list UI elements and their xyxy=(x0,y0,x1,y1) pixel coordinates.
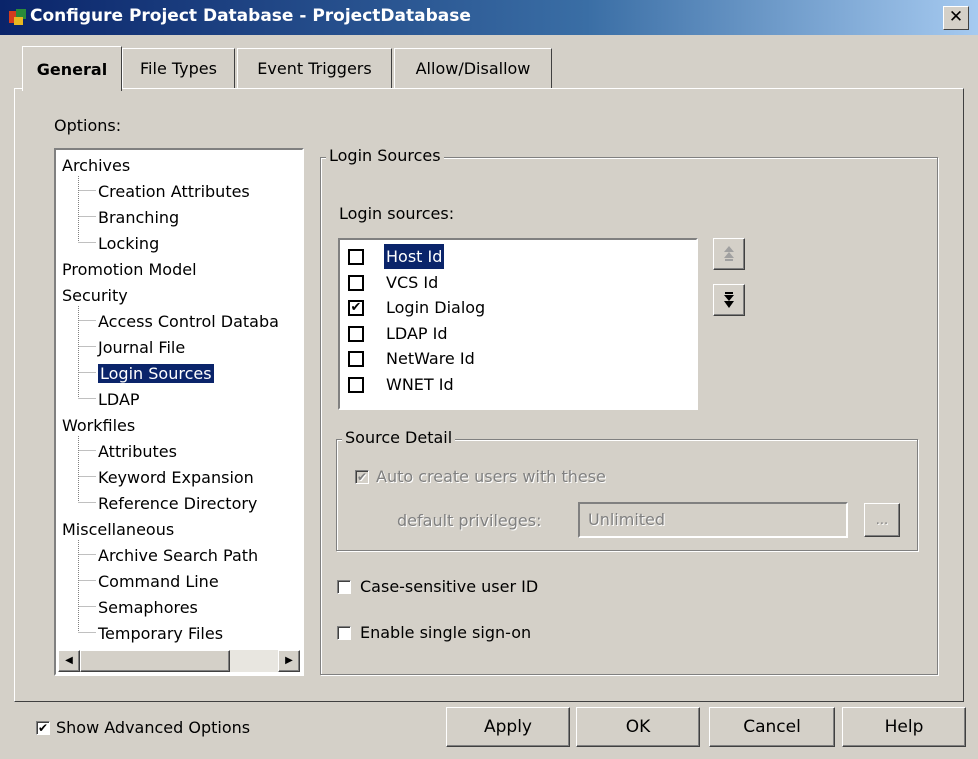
tree-item-label: Locking xyxy=(98,234,160,253)
login-source-label: Host Id xyxy=(384,244,445,269)
tree-item[interactable]: Security xyxy=(62,284,128,308)
tree-item-label: Semaphores xyxy=(98,598,198,617)
default-privileges-label: default privileges: xyxy=(397,511,542,530)
tree-item-label: Login Sources xyxy=(98,364,214,383)
tree-item-label: Command Line xyxy=(98,572,219,591)
tree-item[interactable]: Archives xyxy=(62,154,130,178)
tree-item-label: Temporary Files xyxy=(98,624,224,643)
tree-item-label: Branching xyxy=(98,208,180,227)
tree-item[interactable]: Temporary Files xyxy=(98,622,223,646)
close-button[interactable]: ✕ xyxy=(943,6,969,30)
tree-item-label: Access Control Databa xyxy=(98,312,279,331)
tree-item-label: Journal File xyxy=(98,338,186,357)
tree-item[interactable]: Keyword Expansion xyxy=(98,466,254,490)
move-up-button[interactable] xyxy=(713,238,745,270)
move-up-arrow-icon xyxy=(724,246,734,261)
tree-item[interactable]: Reference Directory xyxy=(98,492,257,516)
apply-button[interactable]: Apply xyxy=(446,707,570,747)
tree-item[interactable]: Creation Attributes xyxy=(98,180,250,204)
tree-item-label: Keyword Expansion xyxy=(98,468,254,487)
login-source-checkbox[interactable] xyxy=(348,249,364,265)
check-icon: ✔ xyxy=(37,721,49,735)
tree-item[interactable]: Access Control Databa xyxy=(98,310,279,334)
case-sensitive-checkbox[interactable] xyxy=(337,580,351,594)
tree-item[interactable]: Workfiles xyxy=(62,414,135,438)
login-sources-group xyxy=(320,157,938,675)
check-icon: ✔ xyxy=(356,470,368,484)
login-source-checkbox[interactable] xyxy=(348,376,364,393)
tree-item-label: Archive Search Path xyxy=(98,546,259,565)
tree-item-label: LDAP xyxy=(98,390,140,409)
check-icon: ✔ xyxy=(350,300,362,315)
scroll-right-button[interactable]: ▶ xyxy=(278,650,300,672)
arrow-left-icon: ◀ xyxy=(65,655,73,666)
show-advanced-checkbox[interactable]: ✔ xyxy=(36,721,50,735)
default-privileges-value: Unlimited xyxy=(588,510,666,529)
tree-item[interactable]: Attributes xyxy=(98,440,177,464)
move-down-button[interactable] xyxy=(713,284,745,316)
browse-privileges-button[interactable]: ... xyxy=(864,503,900,537)
tab-file-types[interactable]: File Types xyxy=(122,48,235,88)
source-detail-group-title: Source Detail xyxy=(342,428,456,447)
auto-create-label: Auto create users with these xyxy=(376,467,606,486)
ok-button[interactable]: OK xyxy=(576,707,700,747)
login-source-checkbox[interactable] xyxy=(348,351,364,367)
tree-item[interactable]: Login Sources xyxy=(98,362,214,386)
tree-item[interactable]: LDAP xyxy=(98,388,140,412)
move-down-arrow-icon xyxy=(724,292,734,308)
options-tree[interactable]: Archives Creation Attributes Branching Lock… xyxy=(54,148,304,676)
tree-item[interactable]: Command Line xyxy=(98,570,219,594)
tab-general[interactable]: General xyxy=(22,46,122,91)
tab-allow-disallow[interactable]: Allow/Disallow xyxy=(394,48,552,88)
cancel-button[interactable]: Cancel xyxy=(709,707,835,747)
tree-item-label: Security xyxy=(62,286,128,305)
login-sources-list[interactable]: Host Id VCS Id ✔ Login Dialog LDAP Id NetWare… xyxy=(338,238,698,410)
tree-item-label: Workfiles xyxy=(62,416,136,435)
help-button[interactable]: Help xyxy=(842,707,966,747)
login-source-label: VCS Id xyxy=(386,272,439,292)
login-source-label: LDAP Id xyxy=(386,323,448,343)
tree-item[interactable]: Semaphores xyxy=(98,596,198,620)
auto-create-checkbox[interactable]: ✔ xyxy=(355,470,369,484)
single-signon-checkbox[interactable] xyxy=(337,626,351,640)
tree-item-label: Creation Attributes xyxy=(98,182,250,201)
login-source-checkbox[interactable] xyxy=(348,325,364,342)
tree-item[interactable]: Miscellaneous xyxy=(62,518,174,542)
default-privileges-field[interactable]: Unlimited xyxy=(578,502,848,538)
scroll-left-button[interactable]: ◀ xyxy=(58,650,80,672)
scroll-thumb[interactable] xyxy=(80,650,230,672)
tree-item-label: Attributes xyxy=(98,442,177,461)
tree-item[interactable]: Journal File xyxy=(98,336,185,360)
login-source-label: WNET Id xyxy=(386,374,454,394)
login-sources-group-title: Login Sources xyxy=(326,146,444,165)
tree-item-label: Miscellaneous xyxy=(62,520,175,539)
single-signon-label: Enable single sign-on xyxy=(360,623,532,642)
case-sensitive-label: Case-sensitive user ID xyxy=(360,577,539,596)
login-source-label: Login Dialog xyxy=(386,298,486,317)
close-icon: ✕ xyxy=(948,7,964,27)
tree-item[interactable]: Locking xyxy=(98,232,159,256)
tab-event-triggers[interactable]: Event Triggers xyxy=(237,48,392,88)
tree-item-label: Promotion Model xyxy=(62,260,197,279)
app-icon xyxy=(9,9,26,25)
options-label: Options: xyxy=(54,116,122,135)
login-source-checkbox[interactable]: ✔ xyxy=(348,300,364,316)
login-source-checkbox[interactable] xyxy=(348,274,364,291)
arrow-right-icon: ▶ xyxy=(285,655,293,666)
login-sources-list-label: Login sources: xyxy=(339,204,455,223)
tree-item[interactable]: Archive Search Path xyxy=(98,544,258,568)
show-advanced-label: Show Advanced Options xyxy=(56,718,251,737)
tree-item[interactable]: Promotion Model xyxy=(62,258,197,282)
window-title: Configure Project Database - ProjectData… xyxy=(30,6,471,26)
tree-item-label: Reference Directory xyxy=(98,494,258,513)
tree-item-label: Archives xyxy=(62,156,131,175)
tree-item[interactable]: Branching xyxy=(98,206,179,230)
title-bar[interactable]: Configure Project Database - ProjectData… xyxy=(0,0,978,35)
login-source-label: NetWare Id xyxy=(386,349,475,368)
tree-horizontal-scrollbar[interactable]: ◀ ▶ xyxy=(58,650,300,672)
